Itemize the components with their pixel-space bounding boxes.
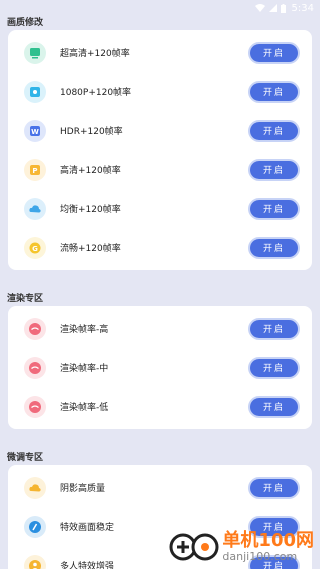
setting-label: 高清+120帧率 xyxy=(60,166,121,176)
setting-label: 1080P+120帧率 xyxy=(60,88,132,98)
enable-button[interactable]: 开启 xyxy=(248,197,300,220)
w-letter-icon: W xyxy=(24,119,46,142)
section-title: 渲染专区 xyxy=(7,294,44,304)
settings-row: 1080P+120帧率 开启 xyxy=(8,72,312,111)
settings-row: 渲染帧率-高 开启 xyxy=(8,309,312,348)
wifi-icon xyxy=(254,4,265,12)
enable-button[interactable]: 开启 xyxy=(248,119,300,142)
section-title: 画质修改 xyxy=(7,18,44,28)
setting-label: 渲染帧率-高 xyxy=(60,325,109,335)
hd-monitor-icon xyxy=(24,41,46,64)
setting-label: 超高清+120帧率 xyxy=(60,49,130,59)
settings-row: W HDR+120帧率 开启 xyxy=(8,111,312,150)
settings-row: 阴影高质量 开启 xyxy=(8,468,312,507)
svg-text:P: P xyxy=(32,167,37,175)
watermark: 单机100网 danji100.com xyxy=(169,529,314,565)
eye-icon xyxy=(24,80,46,103)
setting-label: 渲染帧率-中 xyxy=(60,364,109,374)
settings-card: 超高清+120帧率 开启 1080P+120帧率 开启 W HDR+120帧率 开启 P 高清+… xyxy=(8,30,312,270)
render-icon xyxy=(24,395,46,418)
setting-label: HDR+120帧率 xyxy=(60,127,123,137)
svg-text:W: W xyxy=(31,128,39,136)
cloud-icon xyxy=(24,476,46,499)
g-letter-icon: G xyxy=(24,236,46,259)
render-icon xyxy=(24,356,46,379)
settings-row: 均衡+120帧率 开启 xyxy=(8,189,312,228)
enable-button[interactable]: 开启 xyxy=(248,476,300,499)
watermark-title: 单机100网 xyxy=(222,529,314,551)
setting-label: 阴影高质量 xyxy=(60,484,106,494)
settings-row: G 流畅+120帧率 开启 xyxy=(8,228,312,267)
battery-icon xyxy=(280,3,286,13)
setting-label: 渲染帧率-低 xyxy=(60,403,109,413)
setting-label: 均衡+120帧率 xyxy=(60,205,121,215)
enable-button[interactable]: 开启 xyxy=(248,236,300,259)
settings-row: 超高清+120帧率 开启 xyxy=(8,33,312,72)
settings-content: 画质修改 超高清+120帧率 开启 1080P+120帧率 开启 W HDR+120帧率 开启… xyxy=(0,16,320,569)
section-title: 微调专区 xyxy=(7,453,44,463)
settings-row: P 高清+120帧率 开启 xyxy=(8,150,312,189)
setting-label: 流畅+120帧率 xyxy=(60,244,121,254)
watermark-url: danji100.com xyxy=(222,549,298,563)
enable-button[interactable]: 开启 xyxy=(248,395,300,418)
enable-button[interactable]: 开启 xyxy=(248,41,300,64)
status-time: 5:34 xyxy=(291,2,314,14)
settings-row: 渲染帧率-中 开启 xyxy=(8,348,312,387)
signal-icon xyxy=(268,4,277,12)
people-icon xyxy=(24,554,46,569)
status-icons xyxy=(254,3,286,13)
settings-row: 渲染帧率-低 开启 xyxy=(8,387,312,426)
watermark-logo xyxy=(169,529,219,565)
settings-card: 渲染帧率-高 开启 渲染帧率-中 开启 渲染帧率-低 开启 xyxy=(8,306,312,429)
enable-button[interactable]: 开启 xyxy=(248,356,300,379)
p-letter-icon: P xyxy=(24,158,46,181)
enable-button[interactable]: 开启 xyxy=(248,158,300,181)
enable-button[interactable]: 开启 xyxy=(248,80,300,103)
svg-text:G: G xyxy=(32,245,38,253)
render-icon xyxy=(24,317,46,340)
enable-button[interactable]: 开启 xyxy=(248,317,300,340)
status-bar: 5:34 xyxy=(0,0,320,16)
brush-icon xyxy=(24,515,46,538)
cloud-icon xyxy=(24,197,46,220)
